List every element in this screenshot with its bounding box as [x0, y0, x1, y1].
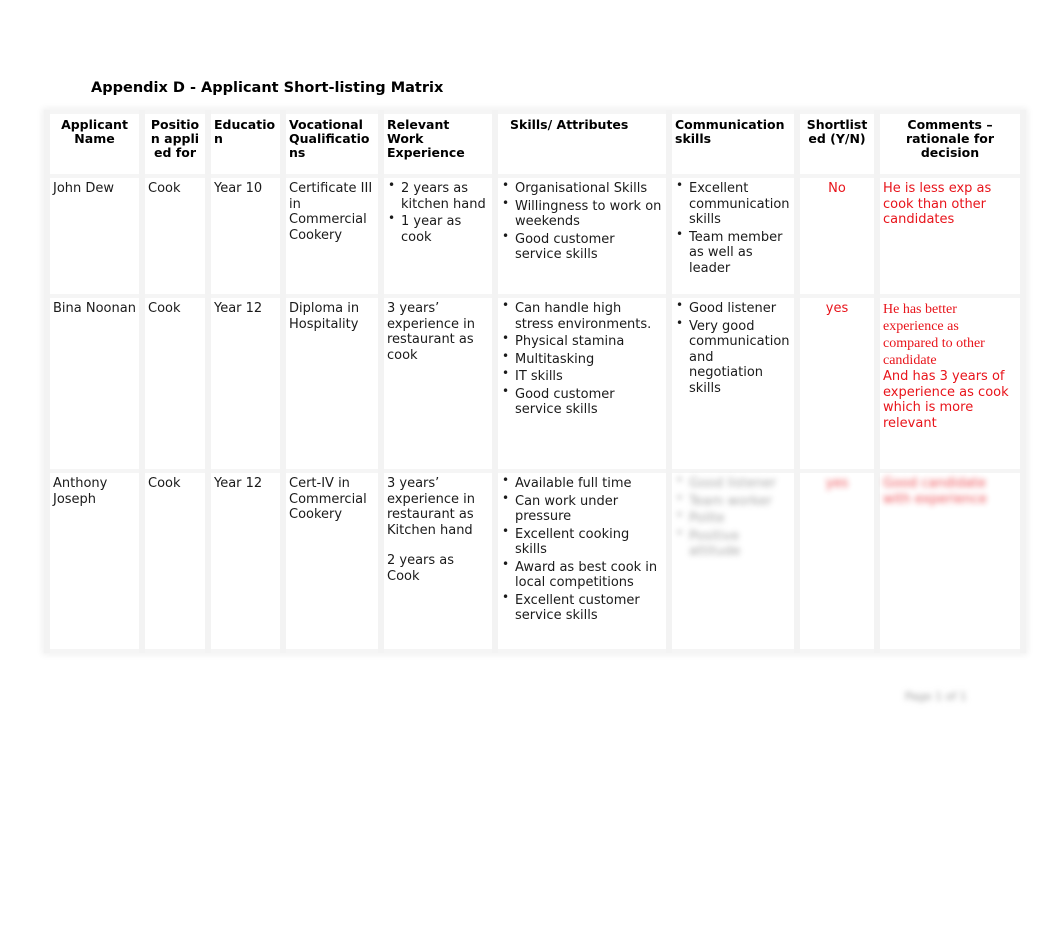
- table-row: Anthony Joseph Cook Year 12 Cert-IV in C…: [44, 469, 1026, 653]
- comment-text: He has better experience as compared to …: [883, 302, 985, 368]
- skill-item: Physical stamina: [501, 331, 663, 350]
- experience-cell: 3 years’ experience in restaurant as Kit…: [378, 469, 498, 653]
- document-title: Appendix D - Applicant Short-listing Mat…: [91, 80, 444, 96]
- skill-item: IT skills: [501, 366, 663, 385]
- applicant-name: Bina Noonan: [44, 294, 145, 473]
- skill-item: Multitasking: [501, 349, 663, 368]
- comment-text: Good candidate with experience: [883, 476, 987, 507]
- skill-item: Good customer service skills: [501, 229, 663, 263]
- vocational-qualification: Cert-IV in Commercial Cookery: [280, 469, 384, 653]
- experience-cell: 2 years as kitchen hand 1 year as cook: [378, 174, 498, 298]
- header-education: Education: [205, 110, 286, 178]
- skill-item: Organisational Skills: [501, 178, 663, 197]
- communication-item: Good listener: [675, 298, 791, 317]
- communication-cell: Good listener Very good communication an…: [666, 294, 800, 473]
- header-shortlisted: Shortlisted (Y/N): [794, 110, 880, 178]
- skill-item: Available full time: [501, 473, 663, 492]
- skill-item: Excellent cooking skills: [501, 524, 663, 558]
- applicant-name: John Dew: [44, 174, 145, 298]
- header-position: Position applied for: [139, 110, 211, 178]
- experience-cell: 3 years’ experience in restaurant as coo…: [378, 294, 498, 473]
- shortlisted-status: yes: [794, 294, 880, 473]
- communication-cell: Excellent communication skills Team memb…: [666, 174, 800, 298]
- position: Cook: [139, 294, 211, 473]
- communication-item: Very good communication and negotiation …: [675, 316, 791, 397]
- skills-cell: Available full time Can work under press…: [492, 469, 672, 653]
- shortlisted-status: No: [794, 174, 880, 298]
- communication-item: Positive attitude: [675, 526, 791, 560]
- education: Year 12: [205, 469, 286, 653]
- education: Year 12: [205, 294, 286, 473]
- experience-item: 1 year as cook: [387, 211, 489, 245]
- communication-cell: Good listener Team worker Polite Positiv…: [666, 469, 800, 653]
- header-comments: Comments – rationale for decision: [874, 110, 1026, 178]
- communication-item: Excellent communication skills: [675, 178, 791, 228]
- experience-text: 3 years’ experience in restaurant as coo…: [387, 301, 476, 363]
- shortlisting-matrix-table: Applicant Name Position applied for Educ…: [44, 110, 1026, 653]
- skills-cell: Organisational Skills Willingness to wor…: [492, 174, 672, 298]
- communication-item: Team worker: [675, 491, 791, 510]
- table-row: John Dew Cook Year 10 Certificate III in…: [44, 174, 1026, 298]
- skill-item: Award as best cook in local competitions: [501, 557, 663, 591]
- skill-item: Excellent customer service skills: [501, 590, 663, 624]
- position: Cook: [139, 174, 211, 298]
- header-applicant-name: Applicant Name: [44, 110, 145, 178]
- experience-item: 2 years as kitchen hand: [387, 178, 489, 212]
- vocational-qualification: Diploma in Hospitality: [280, 294, 384, 473]
- skill-item: Can handle high stress environments.: [501, 298, 663, 332]
- comment-text: He is less exp as cook than other candid…: [883, 181, 992, 227]
- communication-item: Polite: [675, 508, 791, 527]
- header-row: Applicant Name Position applied for Educ…: [44, 110, 1026, 178]
- comments-cell: He is less exp as cook than other candid…: [874, 174, 1026, 298]
- shortlisted-status: yes: [794, 469, 880, 653]
- comments-cell: He has better experience as compared to …: [874, 294, 1026, 473]
- communication-item: Team member as well as leader: [675, 227, 791, 277]
- position: Cook: [139, 469, 211, 653]
- skill-item: Willingness to work on weekends: [501, 196, 663, 230]
- skills-cell: Can handle high stress environments. Phy…: [492, 294, 672, 473]
- header-skills: Skills/ Attributes: [492, 110, 672, 178]
- header-communication: Communication skills: [666, 110, 800, 178]
- header-vocational: Vocational Qualifications: [280, 110, 384, 178]
- skill-item: Good customer service skills: [501, 384, 663, 418]
- page-number: Page 1 of 1: [905, 690, 967, 703]
- vocational-qualification: Certificate III in Commercial Cookery: [280, 174, 384, 298]
- experience-text: 3 years’ experience in restaurant as Kit…: [387, 476, 476, 538]
- header-experience: Relevant Work Experience: [378, 110, 498, 178]
- communication-item: Good listener: [675, 473, 791, 492]
- table-row: Bina Noonan Cook Year 12 Diploma in Hosp…: [44, 294, 1026, 473]
- applicant-name: Anthony Joseph: [44, 469, 145, 653]
- skill-item: Can work under pressure: [501, 491, 663, 525]
- comment-text: And has 3 years of experience as cook wh…: [883, 369, 1009, 431]
- experience-text: 2 years as Cook: [387, 553, 455, 584]
- education: Year 10: [205, 174, 286, 298]
- comments-cell: Good candidate with experience: [874, 469, 1026, 653]
